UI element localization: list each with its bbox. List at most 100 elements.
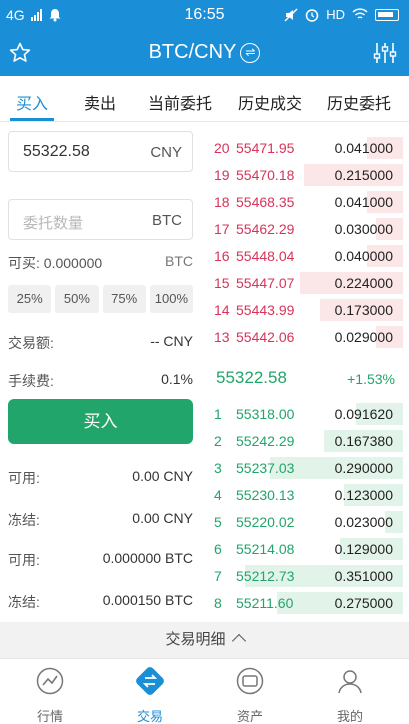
balance-value: 0.00 CNY [132, 510, 193, 526]
last-price: 55322.58 [216, 368, 287, 387]
ask-row[interactable]: 19 55470.18 0.215000 [208, 162, 403, 188]
chevron-up-icon [231, 633, 246, 649]
tab-buy[interactable]: 买入 [16, 90, 48, 114]
bid-row[interactable]: 7 55212.73 0.351000 [208, 563, 403, 589]
bid-level-index: 3 [214, 460, 222, 476]
balance-row: 可用: 0.000000 BTC [8, 550, 193, 570]
bid-amount: 0.351000 [334, 568, 393, 584]
trade-amount-row: 交易额: -- CNY [8, 333, 193, 353]
amount-input[interactable]: 委托数量 BTC [8, 199, 193, 240]
ask-level-index: 20 [214, 140, 230, 156]
ask-level-index: 14 [214, 302, 230, 318]
ask-row[interactable]: 16 55448.04 0.040000 [208, 243, 403, 269]
fee-value: 0.1% [161, 371, 193, 387]
nav-market-label: 行情 [36, 709, 63, 724]
price-input[interactable]: 55322.58 CNY [8, 131, 193, 172]
bid-amount: 0.123000 [334, 487, 393, 503]
bid-level-index: 4 [214, 487, 222, 503]
price-change: +1.53% [347, 371, 395, 387]
balance-label: 冻结: [8, 512, 40, 528]
tab-sell[interactable]: 卖出 [84, 90, 116, 114]
ask-amount: 0.030000 [334, 221, 393, 237]
status-bar: 4G 16:55 HD [0, 0, 409, 30]
ask-price: 55448.04 [236, 248, 295, 264]
ask-level-index: 13 [214, 329, 230, 345]
ask-amount: 0.040000 [334, 248, 393, 264]
pair-title[interactable]: BTC/CNY ⇌ [0, 41, 409, 64]
bid-row[interactable]: 3 55237.03 0.290000 [208, 455, 403, 481]
battery-icon [375, 8, 399, 21]
ask-price: 55447.07 [236, 275, 295, 291]
ask-amount: 0.041000 [334, 140, 393, 156]
ask-price: 55471.95 [236, 140, 295, 156]
tab-open-orders[interactable]: 当前委托 [148, 90, 212, 114]
bottom-nav: 行情 交易 资产 我的 [0, 658, 409, 724]
status-right: HD [284, 7, 399, 22]
bid-row[interactable]: 5 55220.02 0.023000 [208, 509, 403, 535]
ask-row[interactable]: 13 55442.06 0.029000 [208, 324, 403, 350]
trade-details-toggle[interactable]: 交易明细 [0, 622, 409, 658]
ask-row[interactable]: 20 55471.95 0.041000 [208, 135, 403, 161]
percent-75-button[interactable]: 75% [102, 285, 146, 313]
wallet-icon [236, 667, 264, 695]
bid-amount: 0.290000 [334, 460, 393, 476]
percent-100-button[interactable]: 100% [149, 285, 193, 313]
ask-row[interactable]: 18 55468.35 0.041000 [208, 189, 403, 215]
ask-price: 55468.35 [236, 194, 295, 210]
bid-price: 55214.08 [236, 541, 295, 557]
bid-level-index: 6 [214, 541, 222, 557]
pair-title-text: BTC/CNY [148, 41, 237, 63]
bid-price: 55237.03 [236, 460, 295, 476]
percent-buttons: 25% 50% 75% 100% [8, 285, 193, 313]
percent-50-button[interactable]: 50% [55, 285, 99, 313]
bid-amount: 0.167380 [334, 433, 393, 449]
bid-level-index: 8 [214, 595, 222, 611]
balance-value: 0.000000 BTC [102, 550, 193, 566]
percent-25-button[interactable]: 25% [8, 285, 52, 313]
nav-trade[interactable]: 交易 [110, 667, 190, 724]
bid-row[interactable]: 8 55211.60 0.275000 [208, 590, 403, 616]
bid-amount: 0.023000 [334, 514, 393, 530]
balance-value: 0.000150 BTC [102, 592, 193, 608]
ask-price: 55462.29 [236, 221, 295, 237]
bid-row[interactable]: 2 55242.29 0.167380 [208, 428, 403, 454]
bid-level-index: 7 [214, 568, 222, 584]
buy-button[interactable]: 买入 [8, 399, 193, 444]
user-icon [338, 670, 362, 694]
ask-amount: 0.029000 [334, 329, 393, 345]
bid-row[interactable]: 1 55318.00 0.091620 [208, 401, 403, 427]
nav-me[interactable]: 我的 [310, 667, 390, 724]
bid-price: 55242.29 [236, 433, 295, 449]
can-buy-unit: BTC [165, 253, 193, 269]
bid-row[interactable]: 6 55214.08 0.129000 [208, 536, 403, 562]
ask-row[interactable]: 17 55462.29 0.030000 [208, 216, 403, 242]
nav-market[interactable]: 行情 [10, 667, 90, 724]
bid-price: 55230.13 [236, 487, 295, 503]
bid-amount: 0.275000 [334, 595, 393, 611]
balance-label: 可用: [8, 470, 40, 486]
ask-row[interactable]: 15 55447.07 0.224000 [208, 270, 403, 296]
active-tab-indicator [10, 118, 54, 121]
bid-row[interactable]: 4 55230.13 0.123000 [208, 482, 403, 508]
swap-pair-icon[interactable]: ⇌ [240, 43, 261, 63]
ask-level-index: 16 [214, 248, 230, 264]
fee-label: 手续费: [8, 373, 54, 389]
alarm-icon [305, 8, 319, 22]
bid-amount: 0.129000 [334, 541, 393, 557]
ask-row[interactable]: 14 55443.99 0.173000 [208, 297, 403, 323]
trade-amount-value: -- CNY [150, 333, 193, 349]
chart-icon [36, 667, 64, 695]
amount-placeholder: 委托数量 [23, 215, 84, 232]
bid-price: 55220.02 [236, 514, 295, 530]
bid-price: 55318.00 [236, 406, 295, 422]
ask-amount: 0.041000 [334, 194, 393, 210]
ask-level-index: 18 [214, 194, 230, 210]
trade-details-label: 交易明细 [165, 631, 226, 648]
balance-row: 冻结: 0.000150 BTC [8, 592, 193, 612]
balance-value: 0.00 CNY [132, 468, 193, 484]
nav-assets[interactable]: 资产 [210, 667, 290, 724]
tab-trade-history[interactable]: 历史成交 [238, 90, 302, 114]
tab-order-history[interactable]: 历史委托 [327, 90, 391, 114]
settings-sliders-icon[interactable] [373, 42, 397, 64]
balance-row: 可用: 0.00 CNY [8, 468, 193, 488]
